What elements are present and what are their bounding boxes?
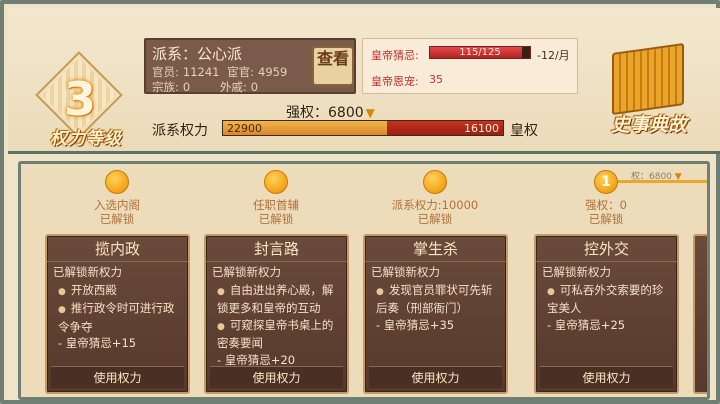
triangle-down-icon: ▼ (365, 106, 375, 120)
powers-panel: 权：6800 ▼ 入选内阁 已解锁 任职首辅 已解锁 派系权力:10000 已解… (18, 161, 710, 400)
power-card-控外交: 控外交 已解锁新权力 可私吞外交索要的珍宝美人 - 皇帝猜忌+25 使用权力 (534, 234, 679, 394)
suspicion-bar: 115/125 (429, 46, 531, 59)
card-body: 已解锁新权力 可私吞外交索要的珍宝美人 - 皇帝猜忌+25 (542, 264, 673, 333)
card-effect: - 皇帝猜忌+35 (376, 317, 455, 332)
officials-value: 11241 (182, 65, 220, 79)
next-card-peek[interactable] (693, 234, 707, 394)
card-bullet: 自由进出养心殿，解锁更多和皇帝的互动 (212, 282, 343, 317)
imperial-power-label: 皇权 (510, 123, 538, 139)
card-unlock-text: 已解锁新权力 (53, 265, 122, 279)
card-bullet: 可窥探皇帝书桌上的密奏要闻 (212, 317, 343, 352)
clan-label: 宗族: (152, 80, 179, 94)
card-effect: - 皇帝猜忌+25 (547, 317, 626, 332)
faction-power-value: 22900 (227, 122, 262, 135)
milestone: 派系权力:10000 已解锁 (365, 170, 505, 226)
card-title: 掌生杀 (365, 236, 506, 262)
faction-stats-row-1: 官员: 11241 宦官: 4959 (152, 64, 291, 80)
imperial-power-value: 16100 (464, 122, 499, 135)
favor-label: 皇帝恩宠: (371, 75, 419, 88)
faction-stats-row-2: 宗族: 0 外戚: 0 (152, 79, 262, 95)
milestone: 1 强权：0 已解锁 (536, 170, 676, 226)
officials-label: 官员: (152, 65, 179, 79)
milestone-requirement: 派系权力:10000 (391, 198, 479, 212)
milestone-requirement: 强权：0 (585, 198, 627, 212)
card-body: 已解锁新权力 自由进出养心殿，解锁更多和皇帝的互动 可窥探皇帝书桌上的密奏要闻 … (212, 264, 343, 368)
milestone-dot-icon (423, 170, 447, 194)
eunuchs-label: 宦官: (227, 65, 254, 79)
scroll-book-icon (612, 42, 684, 116)
card-bullet: 发现官员罪状可先斩后奏（刑部衙门） (371, 282, 502, 317)
power-balance-bar: 22900 16100 (222, 120, 504, 136)
suspicion-label: 皇帝猜忌: (371, 49, 419, 62)
card-bullet: 推行政令时可进行政令争夺 (53, 300, 184, 335)
game-window: 3 权力等级 派系：公心派 官员: 11241 宦官: 4959 宗族: 0 外戚: 0… (0, 0, 720, 404)
card-title: 封言路 (206, 236, 347, 262)
power-rank-emblem: 3 权力等级 (30, 51, 138, 152)
card-unlock-text: 已解锁新权力 (371, 265, 440, 279)
history-title: 史事典故 (610, 114, 687, 136)
card-title: 揽内政 (47, 236, 188, 262)
milestone-dot-icon (105, 170, 129, 194)
faction-name: 派系：公心派 (152, 45, 243, 63)
milestone-requirement: 任职首辅 (253, 198, 299, 212)
power-header: 3 权力等级 派系：公心派 官员: 11241 宦官: 4959 宗族: 0 外戚: 0… (8, 8, 720, 154)
suspicion-delta: -12/月 (537, 49, 570, 62)
card-bullet: 可私吞外交索要的珍宝美人 (542, 282, 673, 317)
clan-value: 0 (182, 80, 191, 94)
power-card-封言路: 封言路 已解锁新权力 自由进出养心殿，解锁更多和皇帝的互动 可窥探皇帝书桌上的密… (204, 234, 349, 394)
power-card-揽内政: 揽内政 已解锁新权力 开放西殿 推行政令时可进行政令争夺 - 皇帝猜忌+15 使… (45, 234, 190, 394)
use-power-button[interactable]: 使用权力 (210, 366, 343, 388)
inlaws-value: 0 (250, 80, 259, 94)
inlaws-label: 外戚: (219, 80, 247, 94)
use-power-button[interactable]: 使用权力 (369, 366, 502, 388)
milestone-dot-icon (264, 170, 288, 194)
power-card-掌生杀: 掌生杀 已解锁新权力 发现官员罪状可先斩后奏（刑部衙门） - 皇帝猜忌+35 使… (363, 234, 508, 394)
eunuchs-value: 4959 (258, 65, 288, 79)
milestone-dot-icon: 1 (594, 170, 618, 194)
milestone-status: 已解锁 (588, 212, 624, 226)
history-button[interactable]: 史事典故 (594, 42, 704, 144)
milestone-requirement: 入选内阁 (94, 198, 140, 212)
card-body: 已解锁新权力 发现官员罪状可先斩后奏（刑部衙门） - 皇帝猜忌+35 (371, 264, 502, 333)
strength-text: 强权：6800 (286, 105, 364, 121)
card-unlock-text: 已解锁新权力 (542, 265, 611, 279)
emperor-status-box: 皇帝猜忌: 115/125 -12/月 皇帝恩宠: 35 (362, 38, 578, 94)
use-power-button[interactable]: 使用权力 (540, 366, 673, 388)
card-body: 已解锁新权力 开放西殿 推行政令时可进行政令争夺 - 皇帝猜忌+15 (53, 264, 184, 352)
view-faction-button[interactable]: 查看 (312, 46, 354, 86)
faction-power-label: 派系权力 (152, 123, 208, 139)
rank-label: 权力等级 (50, 129, 122, 149)
milestone-status: 已解锁 (258, 212, 294, 226)
suspicion-value: 115/125 (459, 47, 501, 58)
milestone: 任职首辅 已解锁 (206, 170, 346, 226)
card-unlock-text: 已解锁新权力 (212, 265, 281, 279)
favor-value: 35 (429, 73, 443, 86)
strength-indicator: 强权：6800 ▼ (286, 102, 375, 122)
milestone-status: 已解锁 (99, 212, 135, 226)
milestone-status: 已解锁 (417, 212, 453, 226)
card-effect: - 皇帝猜忌+15 (58, 336, 137, 350)
rank-number: 3 (63, 72, 96, 126)
card-bullet: 开放西殿 (53, 282, 184, 301)
milestone: 入选内阁 已解锁 (47, 170, 187, 226)
card-title: 控外交 (536, 236, 677, 262)
use-power-button[interactable]: 使用权力 (51, 366, 184, 388)
